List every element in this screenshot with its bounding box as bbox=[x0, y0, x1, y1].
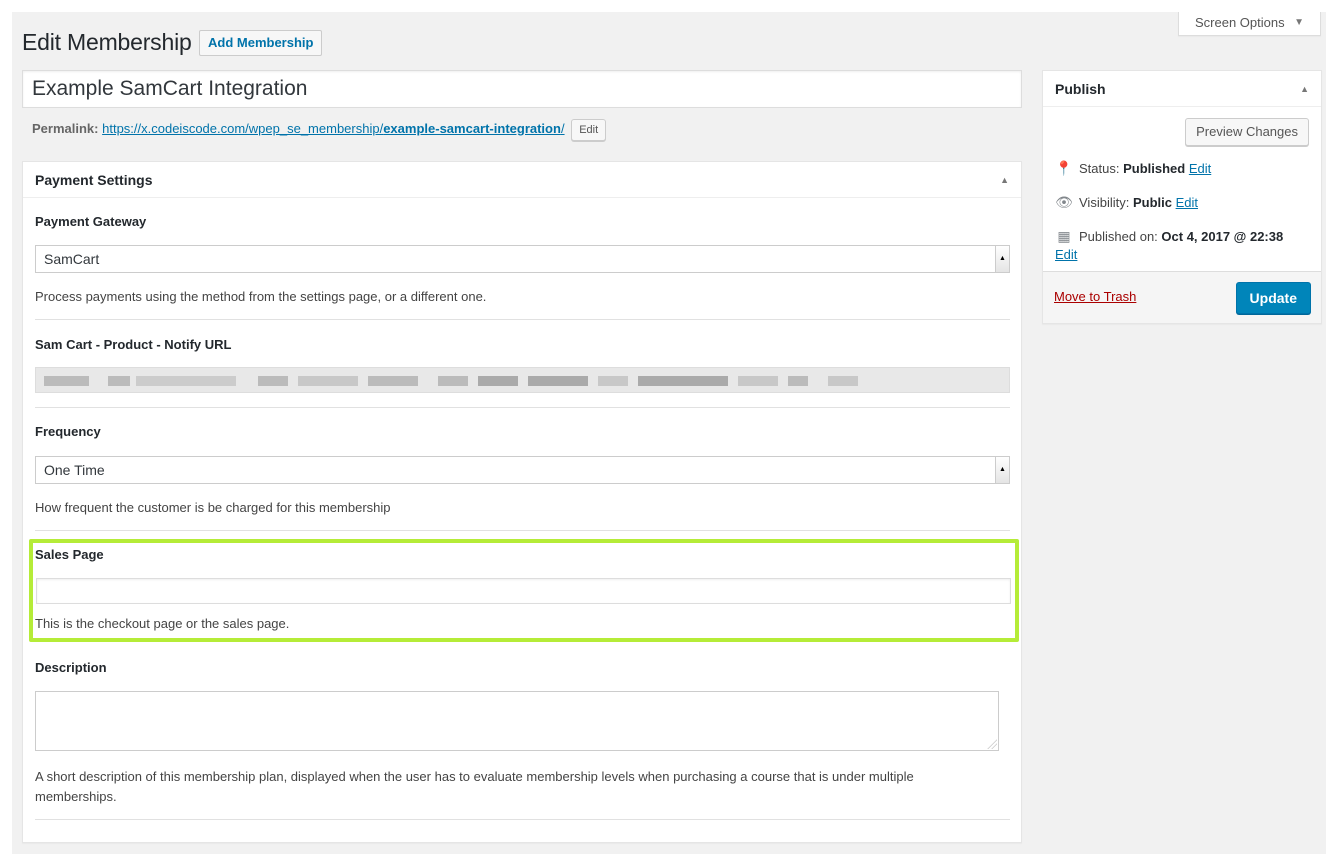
publish-title: Publish bbox=[1055, 81, 1106, 97]
resize-handle-icon[interactable] bbox=[987, 739, 997, 749]
move-to-trash-link[interactable]: Move to Trash bbox=[1054, 289, 1136, 304]
permalink-label: Permalink: bbox=[32, 121, 99, 136]
description-help: A short description of this membership p… bbox=[35, 769, 914, 804]
divider bbox=[35, 407, 1010, 408]
sales-page-highlight bbox=[29, 539, 1019, 642]
published-on-row: ▦ Published on: Oct 4, 2017 @ 22:38 Edit bbox=[1055, 227, 1315, 264]
preview-changes-button[interactable]: Preview Changes bbox=[1185, 118, 1309, 146]
payment-gateway-description: Process payments using the method from t… bbox=[35, 289, 487, 304]
eye-icon: 👁 bbox=[1055, 194, 1073, 210]
select-arrow-icon: ▲ bbox=[995, 246, 1009, 272]
status-value: Published bbox=[1123, 161, 1186, 176]
add-membership-button[interactable]: Add Membership bbox=[199, 30, 323, 56]
page-title: Edit Membership bbox=[22, 29, 192, 55]
payment-settings-box: Payment Settings ▲ Payment Gateway SamCa… bbox=[22, 161, 1022, 843]
visibility-label: Visibility: bbox=[1079, 195, 1130, 210]
screen-options-button[interactable]: Screen Options ▼ bbox=[1178, 12, 1321, 36]
permalink-url-slug: example-samcart-integration bbox=[383, 121, 561, 136]
select-arrow-icon: ▲ bbox=[995, 457, 1009, 483]
update-button[interactable]: Update bbox=[1235, 282, 1311, 314]
visibility-value: Public bbox=[1132, 195, 1172, 210]
permalink-edit-button[interactable]: Edit bbox=[571, 118, 607, 141]
payment-settings-header[interactable]: Payment Settings ▲ bbox=[23, 162, 1021, 198]
screen-options-label: Screen Options bbox=[1195, 15, 1285, 30]
divider bbox=[35, 819, 1010, 820]
publish-box: Publish ▲ Preview Changes 📍 Status: Publi… bbox=[1042, 70, 1322, 324]
frequency-label: Frequency bbox=[35, 424, 101, 439]
collapse-arrow-icon[interactable]: ▲ bbox=[1300, 71, 1309, 107]
payment-gateway-selected: SamCart bbox=[44, 251, 100, 267]
payment-gateway-select[interactable]: SamCart ▲ bbox=[35, 245, 1010, 273]
notify-url-input-redacted[interactable] bbox=[35, 367, 1010, 393]
publish-actions: Move to Trash Update bbox=[1043, 271, 1321, 323]
pin-icon: 📍 bbox=[1055, 160, 1073, 176]
permalink-url-base: https://x.codeiscode.com/wpep_se_members… bbox=[102, 121, 384, 136]
notify-url-label: Sam Cart - Product - Notify URL bbox=[35, 337, 232, 352]
divider bbox=[35, 530, 1010, 531]
status-edit-link[interactable]: Edit bbox=[1189, 161, 1211, 176]
frequency-description: How frequent the customer is be charged … bbox=[35, 500, 391, 515]
calendar-icon: ▦ bbox=[1057, 228, 1071, 244]
permalink-link[interactable]: https://x.codeiscode.com/wpep_se_members… bbox=[102, 121, 564, 136]
status-row: 📍 Status: Published Edit bbox=[1055, 159, 1211, 178]
permalink-url-tail: / bbox=[560, 121, 565, 136]
visibility-row: 👁 Visibility: Public Edit bbox=[1055, 193, 1198, 212]
description-label: Description bbox=[35, 660, 107, 675]
payment-gateway-label: Payment Gateway bbox=[35, 214, 147, 229]
description-textarea[interactable] bbox=[35, 691, 999, 751]
post-title-input[interactable]: Example SamCart Integration bbox=[22, 70, 1022, 108]
frequency-selected: One Time bbox=[44, 462, 105, 478]
divider bbox=[35, 319, 1010, 320]
caret-down-icon: ▼ bbox=[1294, 17, 1304, 28]
collapse-arrow-icon[interactable]: ▲ bbox=[1000, 162, 1009, 198]
published-label: Published on: bbox=[1079, 229, 1158, 244]
publish-header[interactable]: Publish ▲ bbox=[1043, 71, 1321, 107]
permalink-row: Permalink: https://x.codeiscode.com/wpep… bbox=[32, 118, 607, 141]
published-edit-link[interactable]: Edit bbox=[1055, 247, 1077, 262]
payment-settings-title: Payment Settings bbox=[35, 172, 153, 188]
published-value: Oct 4, 2017 @ 22:38 bbox=[1161, 229, 1284, 244]
visibility-edit-link[interactable]: Edit bbox=[1176, 195, 1198, 210]
frequency-select[interactable]: One Time ▲ bbox=[35, 456, 1010, 484]
status-label: Status: bbox=[1079, 161, 1120, 176]
